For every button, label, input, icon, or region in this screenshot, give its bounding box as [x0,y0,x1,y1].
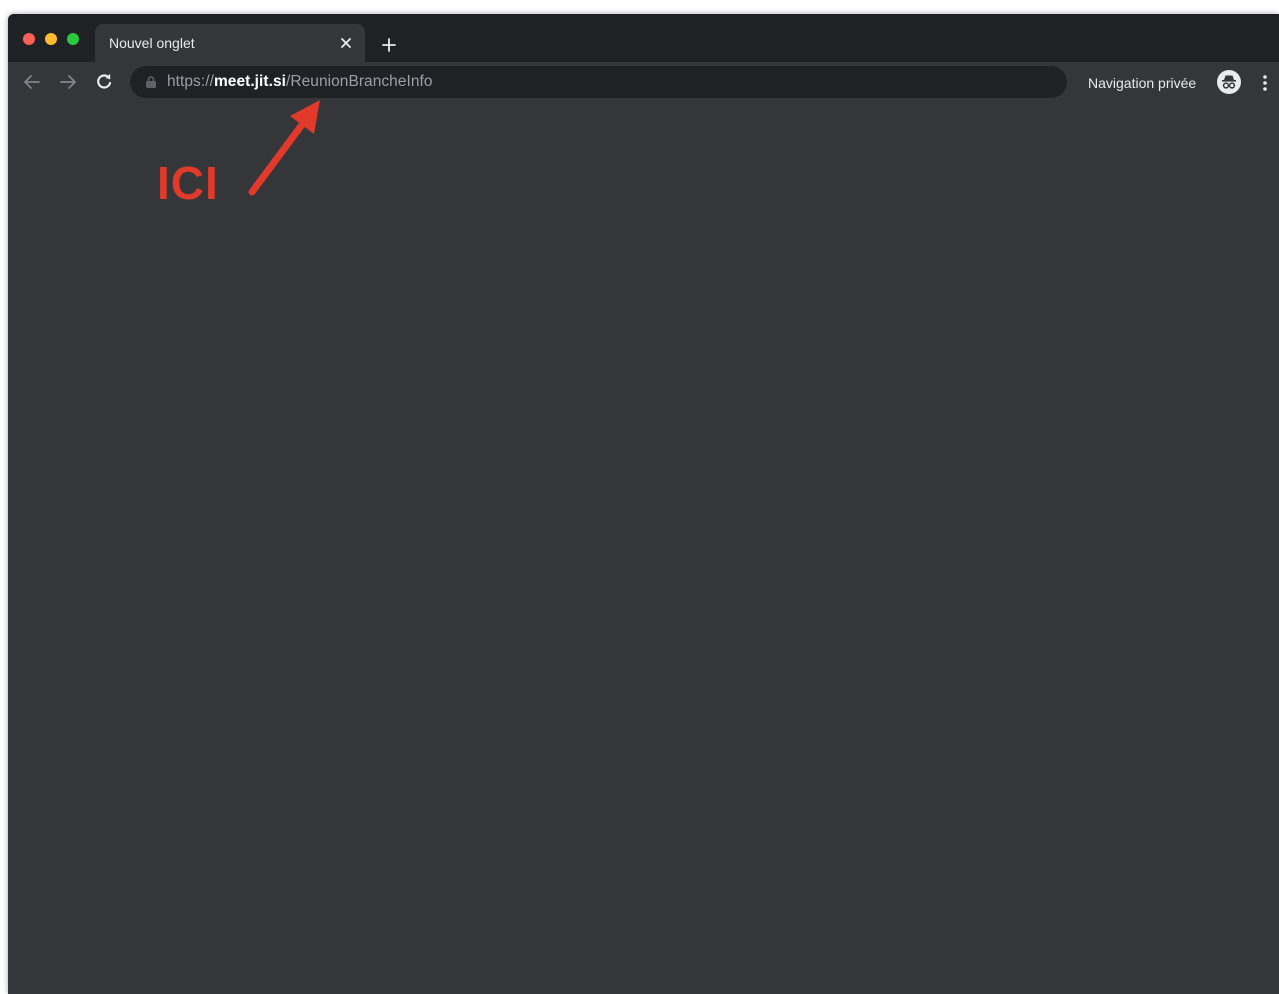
url-host: meet.jit.si [213,73,286,90]
annotation-label: ICI [157,157,219,209]
incognito-label[interactable]: Navigation privée [1088,75,1196,91]
tab-strip: Nouvel onglet [8,14,1279,62]
toolbar: https://meet.jit.si/ReunionBrancheInfo N… [8,62,1279,104]
minimize-window-button[interactable] [45,33,57,45]
tab-nouvel-onglet[interactable]: Nouvel onglet [95,24,365,62]
zoom-window-button[interactable] [67,33,79,45]
url-path: /ReunionBrancheInfo [286,73,433,90]
tab-title: Nouvel onglet [109,35,195,51]
close-icon[interactable] [335,32,357,54]
close-window-button[interactable] [23,33,35,45]
reload-icon[interactable] [90,68,118,96]
arrow-right-icon[interactable] [54,68,82,96]
plus-icon[interactable] [375,31,403,59]
arrow-left-icon[interactable] [18,68,46,96]
url-scheme: https:// [167,73,214,90]
incognito-icon[interactable] [1217,70,1241,94]
annotation-arrow-icon [248,100,320,196]
page-content [8,104,1279,994]
lock-icon[interactable] [144,75,158,89]
three-dots-vertical-icon[interactable] [1256,69,1274,97]
url-text[interactable]: https://meet.jit.si/ReunionBrancheInfo [167,73,433,91]
